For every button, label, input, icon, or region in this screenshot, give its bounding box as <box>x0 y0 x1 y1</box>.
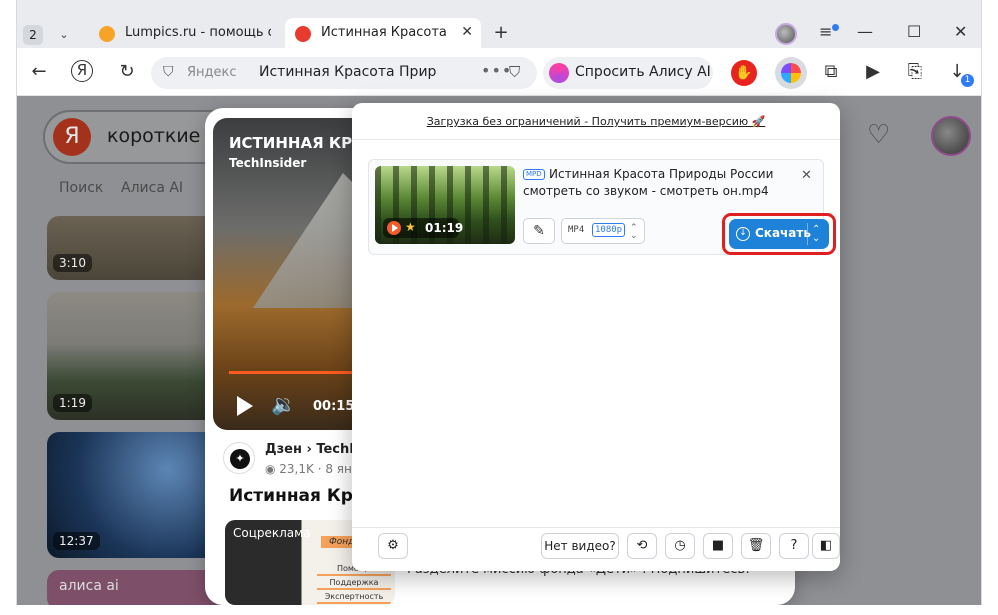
close-tab-icon[interactable]: ✕ <box>461 24 473 40</box>
item-filename: Истинная Красота Природы России смотреть… <box>523 167 774 198</box>
help-button[interactable]: ? <box>779 533 809 559</box>
more-icon[interactable]: ••• <box>481 61 512 80</box>
address-site: Яндекс <box>187 65 237 80</box>
tab-strip: 2 ⌄ Lumpics.ru - помощь с ком Истинная К… <box>17 0 981 48</box>
tab-video-active[interactable]: Истинная Красота При ✕ <box>285 18 481 48</box>
new-tab-button[interactable]: + <box>489 22 513 46</box>
maximize-button[interactable]: ☐ <box>907 22 921 41</box>
download-options-icon[interactable]: ⌃ ⌄ <box>812 225 820 244</box>
video-thumbnail[interactable]: 1:19 <box>47 292 219 420</box>
tab-label: Истинная Красота При <box>321 25 451 40</box>
download-icon: ↓ <box>736 227 750 241</box>
media-player-icon[interactable]: ▶ <box>861 60 885 84</box>
preview-pill[interactable]: ★ 01:19 <box>383 218 463 238</box>
favorite-heart-icon[interactable]: ♡ <box>867 120 890 150</box>
translate-button[interactable]: ⟲ <box>627 533 657 559</box>
ad-line: Экспертность <box>317 592 391 604</box>
yandex-logo: Я <box>53 118 91 156</box>
yandex-icon[interactable]: Я <box>71 60 93 82</box>
ad-line: Поддержка <box>317 578 391 590</box>
downloads-count-badge: 1 <box>961 74 974 87</box>
tab-count-badge[interactable]: 2 <box>23 25 43 45</box>
address-bar[interactable]: ⛉ Яндекс Истинная Красота Прир ••• ⛉ <box>151 57 537 89</box>
minimize-button[interactable]: — <box>857 22 873 41</box>
premium-promo-link[interactable]: Загрузка без ограничений - Получить прем… <box>352 115 840 128</box>
menu-icon[interactable]: ≡ <box>819 22 832 41</box>
folder-button[interactable]: ■ <box>703 533 733 559</box>
back-button[interactable]: ← <box>27 60 51 84</box>
quality-badge: 1080p <box>592 223 626 237</box>
tab-label: Lumpics.ru - помощь с ком <box>125 25 271 40</box>
adblock-extension-icon[interactable]: ✋ <box>731 60 757 86</box>
video-favicon-icon <box>295 26 311 42</box>
user-avatar[interactable] <box>931 116 971 156</box>
video-thumbnail[interactable]: 3:10 <box>47 216 219 280</box>
channel-avatar[interactable]: ✦ <box>223 442 255 474</box>
trash-button[interactable]: 🗑 <box>741 533 771 559</box>
address-page-title: Истинная Красота Прир <box>259 64 437 80</box>
savefrom-popup: Загрузка без ограничений - Получить прем… <box>352 103 840 571</box>
divider <box>352 139 840 140</box>
duration-label: 12:37 <box>53 532 100 550</box>
video-thumbnail[interactable]: алиса ai <box>47 570 219 605</box>
settings-button[interactable]: ⚙ <box>378 533 408 559</box>
video-meta: ◉ 23,1K · 8 ян <box>265 462 352 476</box>
alisa-ai-label: алиса ai <box>59 578 119 594</box>
ask-alice-button[interactable]: Спросить Алису AI <box>543 57 713 89</box>
browser-window: 2 ⌄ Lumpics.ru - помощь с ком Истинная К… <box>16 0 982 605</box>
divider <box>352 527 840 528</box>
rename-button[interactable]: ✎ <box>523 218 555 244</box>
play-icon[interactable] <box>237 396 253 416</box>
close-window-button[interactable]: ✕ <box>954 22 967 41</box>
nav-alice[interactable]: Алиса AI <box>121 180 183 196</box>
format-label: MP4 <box>568 225 585 235</box>
reload-button[interactable]: ↻ <box>115 60 139 84</box>
star-icon: ★ <box>405 220 416 234</box>
toolbar: ← Я ↻ ⛉ Яндекс Истинная Красота Прир •••… <box>17 48 981 96</box>
lumpics-favicon-icon <box>99 26 115 42</box>
shield-icon: ⛉ <box>163 64 174 80</box>
collections-icon[interactable]: ⎘ <box>903 60 927 84</box>
sidebar-toggle-button[interactable]: ◧ <box>812 533 840 559</box>
history-button[interactable]: ◷ <box>665 533 695 559</box>
tab-lumpics[interactable]: Lumpics.ru - помощь с ком <box>89 18 279 48</box>
video-thumbnail[interactable]: 12:37 <box>47 432 219 558</box>
chevron-down-icon[interactable]: ⌄ <box>53 24 75 46</box>
dzen-icon: ✦ <box>230 449 250 469</box>
video-overlay-subtitle: TechInsider <box>229 156 307 170</box>
format-select[interactable]: MP4 1080p ⌃ ⌄ <box>561 218 645 244</box>
item-thumbnail: ★ 01:19 <box>375 166 515 244</box>
notification-dot <box>832 24 839 31</box>
savefrom-logo-icon <box>781 63 801 83</box>
volume-icon[interactable]: 🔉 <box>271 392 296 416</box>
ask-alice-label: Спросить Алису AI <box>575 64 711 80</box>
nav-search[interactable]: Поиск <box>59 180 103 196</box>
divider <box>807 223 808 245</box>
alice-icon <box>549 63 569 83</box>
play-icon <box>387 221 401 235</box>
updown-icon: ⌃ ⌄ <box>630 223 638 241</box>
pencil-icon: ✎ <box>533 223 545 239</box>
profile-avatar[interactable] <box>775 23 797 45</box>
extensions-icon[interactable]: ⧉ <box>819 60 843 84</box>
video-time: 00:15 <box>313 399 355 414</box>
duration-label: 1:19 <box>53 394 92 412</box>
duration-label: 3:10 <box>53 254 92 272</box>
download-label: Скачать <box>755 226 811 240</box>
savefrom-extension-icon[interactable] <box>775 57 807 89</box>
no-video-button[interactable]: Нет видео? <box>541 533 619 559</box>
close-icon[interactable]: ✕ <box>801 168 812 183</box>
ad-label: Соцреклама <box>233 526 311 540</box>
bookmark-icon[interactable]: ⛉ <box>509 63 520 81</box>
item-duration: 01:19 <box>425 221 464 235</box>
download-button[interactable]: ↓ Скачать ⌃ ⌄ <box>729 219 829 249</box>
